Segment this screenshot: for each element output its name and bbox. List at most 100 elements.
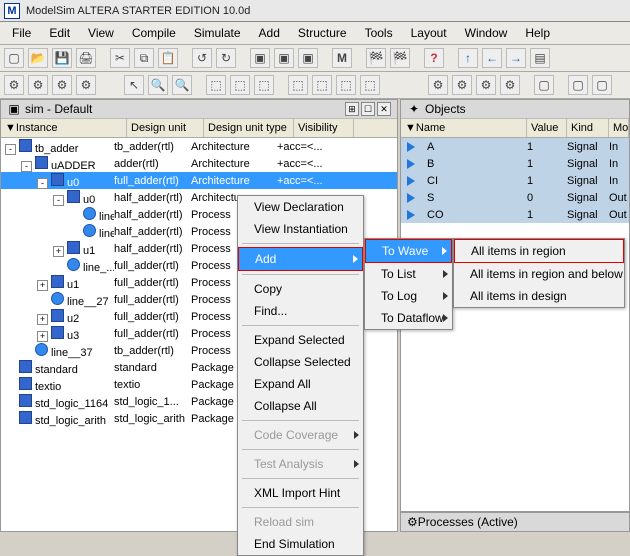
net2-icon[interactable]: ⬚ [230,75,250,95]
gear6-icon[interactable]: ⚙ [452,75,472,95]
menu-tools[interactable]: Tools [357,24,401,42]
menu-item-to-log[interactable]: To Log [365,285,452,307]
net6-icon[interactable]: ⬚ [336,75,356,95]
menu-item-all-items-in-region[interactable]: All items in region [454,239,624,263]
zoom1-icon[interactable]: 🔍 [148,75,168,95]
menu-simulate[interactable]: Simulate [186,24,249,42]
btn1-icon[interactable]: ▢ [534,75,554,95]
tree-row[interactable]: -tb_addertb_adder(rtl)Architecture+acc=<… [1,138,397,155]
col-design-unit[interactable]: Design unit [127,119,204,137]
menu-item-collapse-all[interactable]: Collapse All [238,395,363,417]
expander-icon[interactable]: - [5,144,16,155]
menu-item-to-dataflow[interactable]: To Dataflow [365,307,452,329]
object-row[interactable]: B1SignalIn [401,155,629,172]
cursor-icon[interactable]: ↖ [124,75,144,95]
panel-btn-max-icon[interactable]: ☐ [361,102,375,116]
object-row[interactable]: A1SignalIn [401,138,629,155]
menu-file[interactable]: File [4,24,39,42]
expander-icon[interactable]: - [21,161,32,172]
btn3-icon[interactable]: ▢ [592,75,612,95]
menu-item-to-list[interactable]: To List [365,263,452,285]
btn2-icon[interactable]: ▢ [568,75,588,95]
col-mode[interactable]: Mode [609,119,629,137]
open-icon[interactable]: 📂 [28,48,48,68]
net7-icon[interactable]: ⬚ [360,75,380,95]
panel-btn-close-icon[interactable]: ✕ [377,102,391,116]
col-instance[interactable]: ▼Instance [1,119,127,137]
paste-icon[interactable]: 📋 [158,48,178,68]
menu-add[interactable]: Add [251,24,288,42]
compile3-icon[interactable]: ▣ [298,48,318,68]
object-row[interactable]: CO1SignalOut [401,206,629,223]
menu-window[interactable]: Window [457,24,516,42]
gear5-icon[interactable]: ⚙ [428,75,448,95]
help-icon[interactable]: ? [424,48,444,68]
zoom2-icon[interactable]: 🔍 [172,75,192,95]
wave-icon[interactable]: 🏁 [366,48,386,68]
menu-item-view-declaration[interactable]: View Declaration [238,196,363,218]
left-arrow-icon[interactable]: ← [482,48,502,68]
menu-edit[interactable]: Edit [41,24,78,42]
up-arrow-icon[interactable]: ↑ [458,48,478,68]
menu-item-expand-all[interactable]: Expand All [238,373,363,395]
net3-icon[interactable]: ⬚ [254,75,274,95]
col-name[interactable]: ▼Name [401,119,527,137]
tree-row[interactable]: -u0full_adder(rtl)Architecture+acc=<... [1,172,397,189]
submenu-add[interactable]: To WaveTo ListTo LogTo Dataflow [364,238,453,330]
cut-icon[interactable]: ✂ [110,48,130,68]
menu-item-all-items-in-region-and-below[interactable]: All items in region and below [454,263,624,285]
menu-item-all-items-in-design[interactable]: All items in design [454,285,624,307]
right-arrow-icon[interactable]: → [506,48,526,68]
gear4-icon[interactable]: ⚙ [76,75,96,95]
menu-item-find-[interactable]: Find... [238,300,363,322]
copy-icon[interactable]: ⧉ [134,48,154,68]
gear8-icon[interactable]: ⚙ [500,75,520,95]
nav-icon[interactable]: ▤ [530,48,550,68]
col-design-unit-type[interactable]: Design unit type [204,119,294,137]
menu-item-expand-selected[interactable]: Expand Selected [238,329,363,351]
new-icon[interactable]: ▢ [4,48,24,68]
m-icon[interactable]: M [332,48,352,68]
gear7-icon[interactable]: ⚙ [476,75,496,95]
menu-item-collapse-selected[interactable]: Collapse Selected [238,351,363,373]
gear1-icon[interactable]: ⚙ [4,75,24,95]
expander-icon[interactable]: + [53,246,64,257]
expander-icon[interactable]: - [53,195,64,206]
expander-icon[interactable]: - [37,178,48,189]
object-row[interactable]: CI1SignalIn [401,172,629,189]
tree-row[interactable]: -uADDERadder(rtl)Architecture+acc=<... [1,155,397,172]
menu-item-end-simulation[interactable]: End Simulation [238,533,363,555]
context-menu[interactable]: View DeclarationView Instantiation Add Cop… [237,195,364,556]
undo-icon[interactable]: ↺ [192,48,212,68]
menu-item-add[interactable]: Add [238,247,363,271]
compile-icon[interactable]: ▣ [250,48,270,68]
menu-compile[interactable]: Compile [124,24,184,42]
processes-panel-header[interactable]: ⚙ Processes (Active) [401,511,629,531]
expander-icon[interactable]: + [37,314,48,325]
save-icon[interactable]: 💾 [52,48,72,68]
menu-item-to-wave[interactable]: To Wave [365,239,452,263]
menu-item-xml-import-hint[interactable]: XML Import Hint [238,482,363,504]
col-kind[interactable]: Kind [567,119,609,137]
menu-layout[interactable]: Layout [403,24,455,42]
wave2-icon[interactable]: 🏁 [390,48,410,68]
menu-structure[interactable]: Structure [290,24,355,42]
menu-item-copy[interactable]: Copy [238,278,363,300]
col-visibility[interactable]: Visibility [294,119,354,137]
print-icon[interactable]: 🖨 [76,48,96,68]
redo-icon[interactable]: ↻ [216,48,236,68]
net1-icon[interactable]: ⬚ [206,75,226,95]
net5-icon[interactable]: ⬚ [312,75,332,95]
net4-icon[interactable]: ⬚ [288,75,308,95]
compile2-icon[interactable]: ▣ [274,48,294,68]
expander-icon[interactable]: + [37,331,48,342]
menu-item-view-instantiation[interactable]: View Instantiation [238,218,363,240]
col-value[interactable]: Value [527,119,567,137]
menu-view[interactable]: View [80,24,122,42]
gear2-icon[interactable]: ⚙ [28,75,48,95]
object-row[interactable]: S0SignalOut [401,189,629,206]
menu-help[interactable]: Help [517,24,558,42]
gear3-icon[interactable]: ⚙ [52,75,72,95]
panel-btn-tabs-icon[interactable]: ⊞ [345,102,359,116]
expander-icon[interactable]: + [37,280,48,291]
